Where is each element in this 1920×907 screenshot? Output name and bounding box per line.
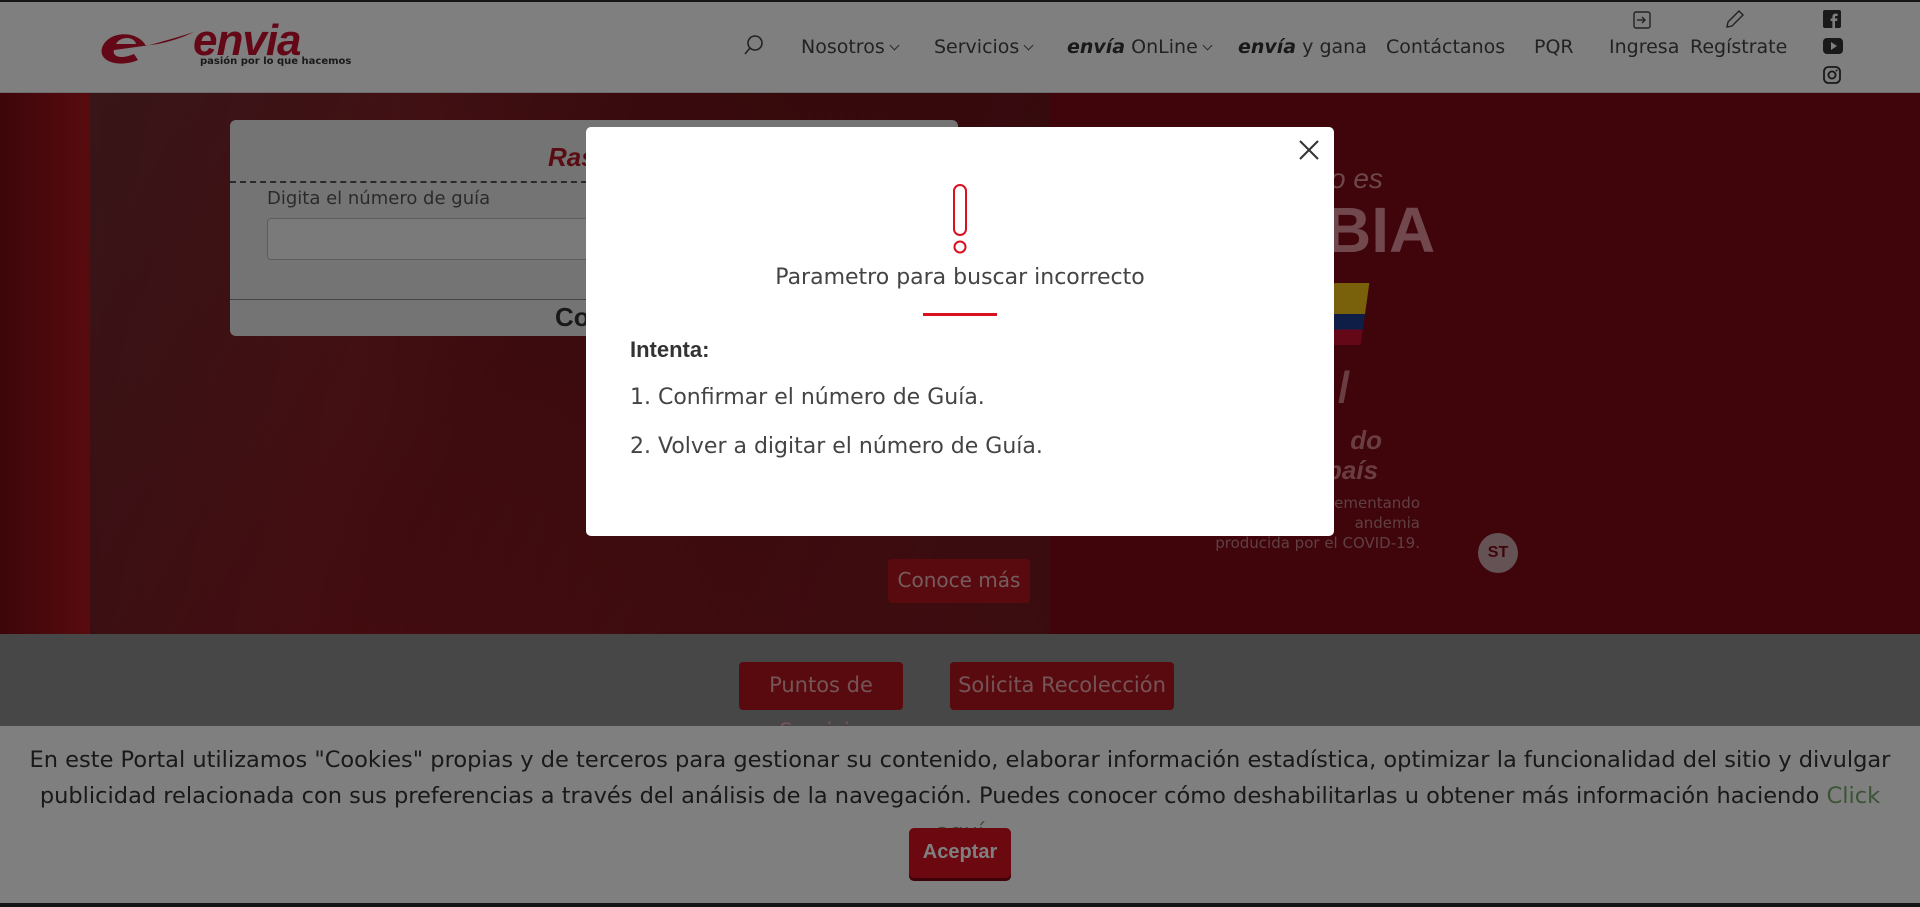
modal-step-1: 1. Confirmar el número de Guía. — [630, 385, 985, 410]
error-modal: Parametro para buscar incorrecto Intenta… — [586, 127, 1334, 536]
close-icon[interactable] — [1296, 137, 1322, 163]
modal-title: Parametro para buscar incorrecto — [775, 265, 1145, 290]
exclamation-icon — [946, 183, 974, 255]
modal-step-2: 2. Volver a digitar el número de Guía. — [630, 434, 1043, 459]
modal-intenta-label: Intenta: — [630, 337, 710, 362]
modal-accent-line — [923, 313, 997, 316]
